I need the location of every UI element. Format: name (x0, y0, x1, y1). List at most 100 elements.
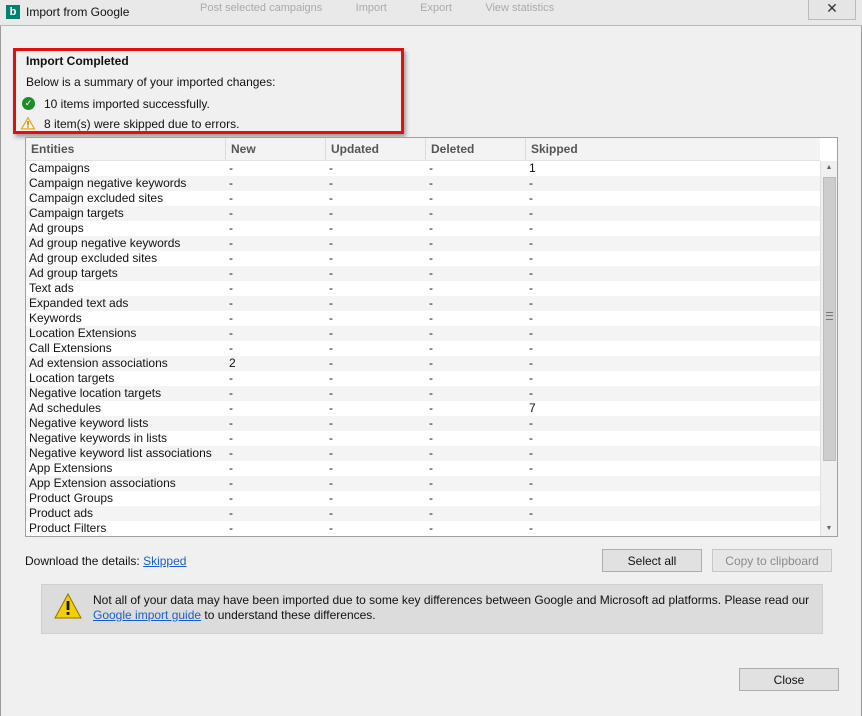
background-menu: Post selected campaigns Import Export Vi… (200, 0, 782, 14)
background-menu-item: Post selected campaigns (200, 2, 323, 14)
table-cell-skipped: - (529, 251, 533, 265)
table-cell-deleted: - (429, 476, 433, 490)
table-cell-updated: - (329, 341, 333, 355)
table-cell-updated: - (329, 206, 333, 220)
table-row[interactable]: Campaign excluded sites - - - - (26, 191, 820, 206)
table-cell-new: - (229, 251, 233, 265)
table-cell-updated: - (329, 476, 333, 490)
table-row[interactable]: Ad extension associations 2 - - - (26, 356, 820, 371)
table-cell-updated: - (329, 416, 333, 430)
title-bar: b Import from Google Post selected campa… (0, 0, 862, 26)
table-cell-skipped: - (529, 296, 533, 310)
table-row[interactable]: Product ads - - - - (26, 506, 820, 521)
table-cell-updated: - (329, 236, 333, 250)
window-close-button[interactable]: ✕ (808, 0, 856, 20)
table-cell-new: - (229, 236, 233, 250)
scroll-up-arrow-icon[interactable]: ▲ (821, 161, 837, 175)
table-cell-deleted: - (429, 521, 433, 535)
table-cell-skipped: - (529, 281, 533, 295)
table-cell-skipped: - (529, 491, 533, 505)
table-cell-deleted: - (429, 266, 433, 280)
copy-to-clipboard-button[interactable]: Copy to clipboard (712, 549, 832, 572)
table-row[interactable]: Keywords - - - - (26, 311, 820, 326)
table-cell-entity: Product Groups (29, 491, 114, 505)
table-cell-entity: Keywords (29, 311, 82, 325)
table-row[interactable]: Negative keyword list associations - - - - (26, 446, 820, 461)
table-cell-updated: - (329, 326, 333, 340)
table-row[interactable]: Negative keyword lists - - - - (26, 416, 820, 431)
table-row[interactable]: Campaign targets - - - - (26, 206, 820, 221)
grip-icon (826, 312, 833, 320)
table-cell-new: - (229, 266, 233, 280)
column-header-entities[interactable]: Entities (26, 138, 226, 160)
table-row[interactable]: Product Groups - - - - (26, 491, 820, 506)
table-row[interactable]: Text ads - - - - (26, 281, 820, 296)
table-row[interactable]: Call Extensions - - - - (26, 341, 820, 356)
close-button[interactable]: Close (739, 668, 839, 691)
table-cell-skipped: - (529, 206, 533, 220)
table-cell-deleted: - (429, 491, 433, 505)
table-row[interactable]: App Extensions - - - - (26, 461, 820, 476)
table-row[interactable]: Location targets - - - - (26, 371, 820, 386)
table-cell-skipped: - (529, 356, 533, 370)
table-cell-new: - (229, 221, 233, 235)
scrollbar-thumb[interactable] (823, 177, 836, 461)
table-cell-deleted: - (429, 206, 433, 220)
skipped-download-link[interactable]: Skipped (143, 554, 186, 568)
table-cell-skipped: - (529, 191, 533, 205)
table-cell-new: - (229, 446, 233, 460)
vertical-scrollbar[interactable]: ▲ ▼ (820, 161, 837, 536)
table-row[interactable]: Negative keywords in lists - - - - (26, 431, 820, 446)
column-header-skipped[interactable]: Skipped (526, 138, 626, 160)
table-row[interactable]: Location Extensions - - - - (26, 326, 820, 341)
table-cell-new: - (229, 176, 233, 190)
table-cell-new: - (229, 386, 233, 400)
table-cell-new: - (229, 461, 233, 475)
table-row[interactable]: Campaign negative keywords - - - - (26, 176, 820, 191)
table-row[interactable]: Ad schedules - - - 7 (26, 401, 820, 416)
background-menu-item: View statistics (485, 2, 555, 14)
table-cell-updated: - (329, 506, 333, 520)
table-cell-skipped: - (529, 431, 533, 445)
window-title: Import from Google (26, 5, 130, 19)
table-cell-deleted: - (429, 371, 433, 385)
table-cell-updated: - (329, 191, 333, 205)
table-cell-skipped: - (529, 326, 533, 340)
table-cell-skipped: - (529, 446, 533, 460)
table-cell-entity: Campaign targets (29, 206, 124, 220)
table-cell-skipped: - (529, 311, 533, 325)
table-row[interactable]: Ad group negative keywords - - - - (26, 236, 820, 251)
column-header-new[interactable]: New (226, 138, 326, 160)
table-cell-entity: Ad groups (29, 221, 84, 235)
google-import-guide-link[interactable]: Google import guide (93, 608, 201, 622)
table-cell-deleted: - (429, 446, 433, 460)
table-cell-updated: - (329, 461, 333, 475)
table-cell-entity: Call Extensions (29, 341, 112, 355)
background-menu-item: Import (355, 2, 387, 14)
table-row[interactable]: Ad group targets - - - - (26, 266, 820, 281)
column-header-updated[interactable]: Updated (326, 138, 426, 160)
skipped-line: 8 item(s) were skipped due to errors. (20, 116, 239, 131)
table-cell-new: - (229, 326, 233, 340)
column-header-deleted[interactable]: Deleted (426, 138, 526, 160)
table-row[interactable]: App Extension associations - - - - (26, 476, 820, 491)
table-cell-updated: - (329, 356, 333, 370)
table-row[interactable]: Negative location targets - - - - (26, 386, 820, 401)
bing-ads-icon: b (6, 5, 20, 19)
scroll-down-arrow-icon[interactable]: ▼ (821, 522, 837, 536)
table-cell-updated: - (329, 176, 333, 190)
table-cell-skipped: - (529, 176, 533, 190)
table-row[interactable]: Ad groups - - - - (26, 221, 820, 236)
table-cell-entity: Negative location targets (29, 386, 162, 400)
table-row[interactable]: Campaigns - - - 1 (26, 161, 820, 176)
table-cell-deleted: - (429, 161, 433, 175)
select-all-button[interactable]: Select all (602, 549, 702, 572)
table-row[interactable]: Expanded text ads - - - - (26, 296, 820, 311)
table-cell-skipped: 1 (529, 161, 536, 175)
table-cell-deleted: - (429, 311, 433, 325)
table-row[interactable]: Ad group excluded sites - - - - (26, 251, 820, 266)
table-cell-skipped: - (529, 371, 533, 385)
table-row[interactable]: Product Filters - - - - (26, 521, 820, 536)
table-cell-entity: Ad extension associations (29, 356, 168, 370)
table-cell-updated: - (329, 401, 333, 415)
